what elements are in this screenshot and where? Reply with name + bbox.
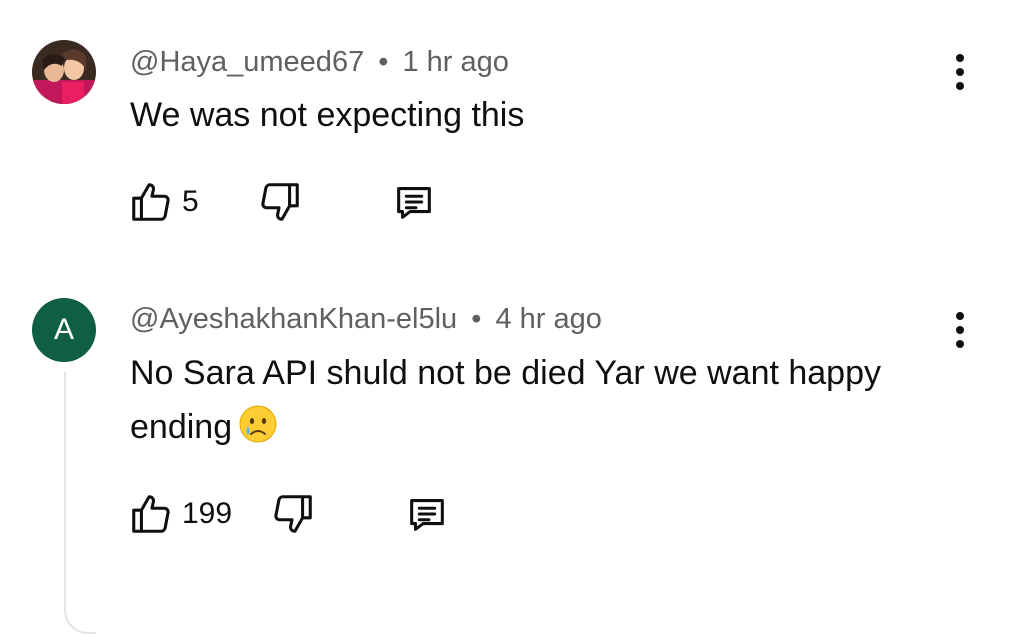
comment-actions: 199 xyxy=(128,490,450,538)
more-vertical-dot xyxy=(956,340,964,348)
like-count: 5 xyxy=(182,185,199,218)
more-options-button[interactable] xyxy=(944,308,976,352)
dislike-button[interactable] xyxy=(257,179,303,225)
comment-time: 4 hr ago xyxy=(495,303,602,335)
comment-time: 1 hr ago xyxy=(402,46,509,78)
more-vertical-icon xyxy=(956,54,964,62)
more-vertical-dot xyxy=(956,68,964,76)
comment-text: No Sara API shuld not be died Yar we wan… xyxy=(130,346,960,460)
avatar-photo-icon xyxy=(32,40,96,104)
comment-meta: @AyeshakhanKhan-el5lu • 4 hr ago xyxy=(130,303,602,336)
more-vertical-dot xyxy=(956,82,964,90)
separator: • xyxy=(378,46,389,78)
comment-actions: 5 xyxy=(128,178,437,226)
comment-meta: @Haya_umeed67 • 1 hr ago xyxy=(130,46,509,79)
like-button[interactable]: 199 xyxy=(128,491,232,537)
dislike-button[interactable] xyxy=(270,491,316,537)
comment-text: We was not expecting this xyxy=(130,88,960,142)
like-button[interactable]: 5 xyxy=(128,179,199,225)
thumbs-up-icon xyxy=(132,495,170,533)
reply-comment-icon xyxy=(396,187,431,219)
avatar[interactable] xyxy=(32,40,96,104)
avatar[interactable]: A xyxy=(32,298,96,362)
author-name[interactable]: @Haya_umeed67 xyxy=(130,46,364,78)
like-count: 199 xyxy=(182,497,233,530)
reply-comment-icon xyxy=(410,499,444,531)
more-vertical-icon xyxy=(956,312,964,320)
more-options-button[interactable] xyxy=(944,50,976,94)
thread-line xyxy=(64,372,96,634)
thumbs-down-icon xyxy=(274,495,312,533)
avatar-letter: A xyxy=(53,313,74,346)
more-vertical-dot xyxy=(956,326,964,334)
reply-button[interactable] xyxy=(404,491,450,537)
reply-button[interactable] xyxy=(391,179,437,225)
author-name[interactable]: @AyeshakhanKhan-el5lu xyxy=(130,303,457,335)
thumbs-down-icon xyxy=(261,183,299,221)
separator: • xyxy=(471,303,482,335)
thumbs-up-icon xyxy=(132,183,170,221)
comment-body: We was not expecting this xyxy=(130,96,525,134)
crying-face-icon xyxy=(238,404,278,460)
